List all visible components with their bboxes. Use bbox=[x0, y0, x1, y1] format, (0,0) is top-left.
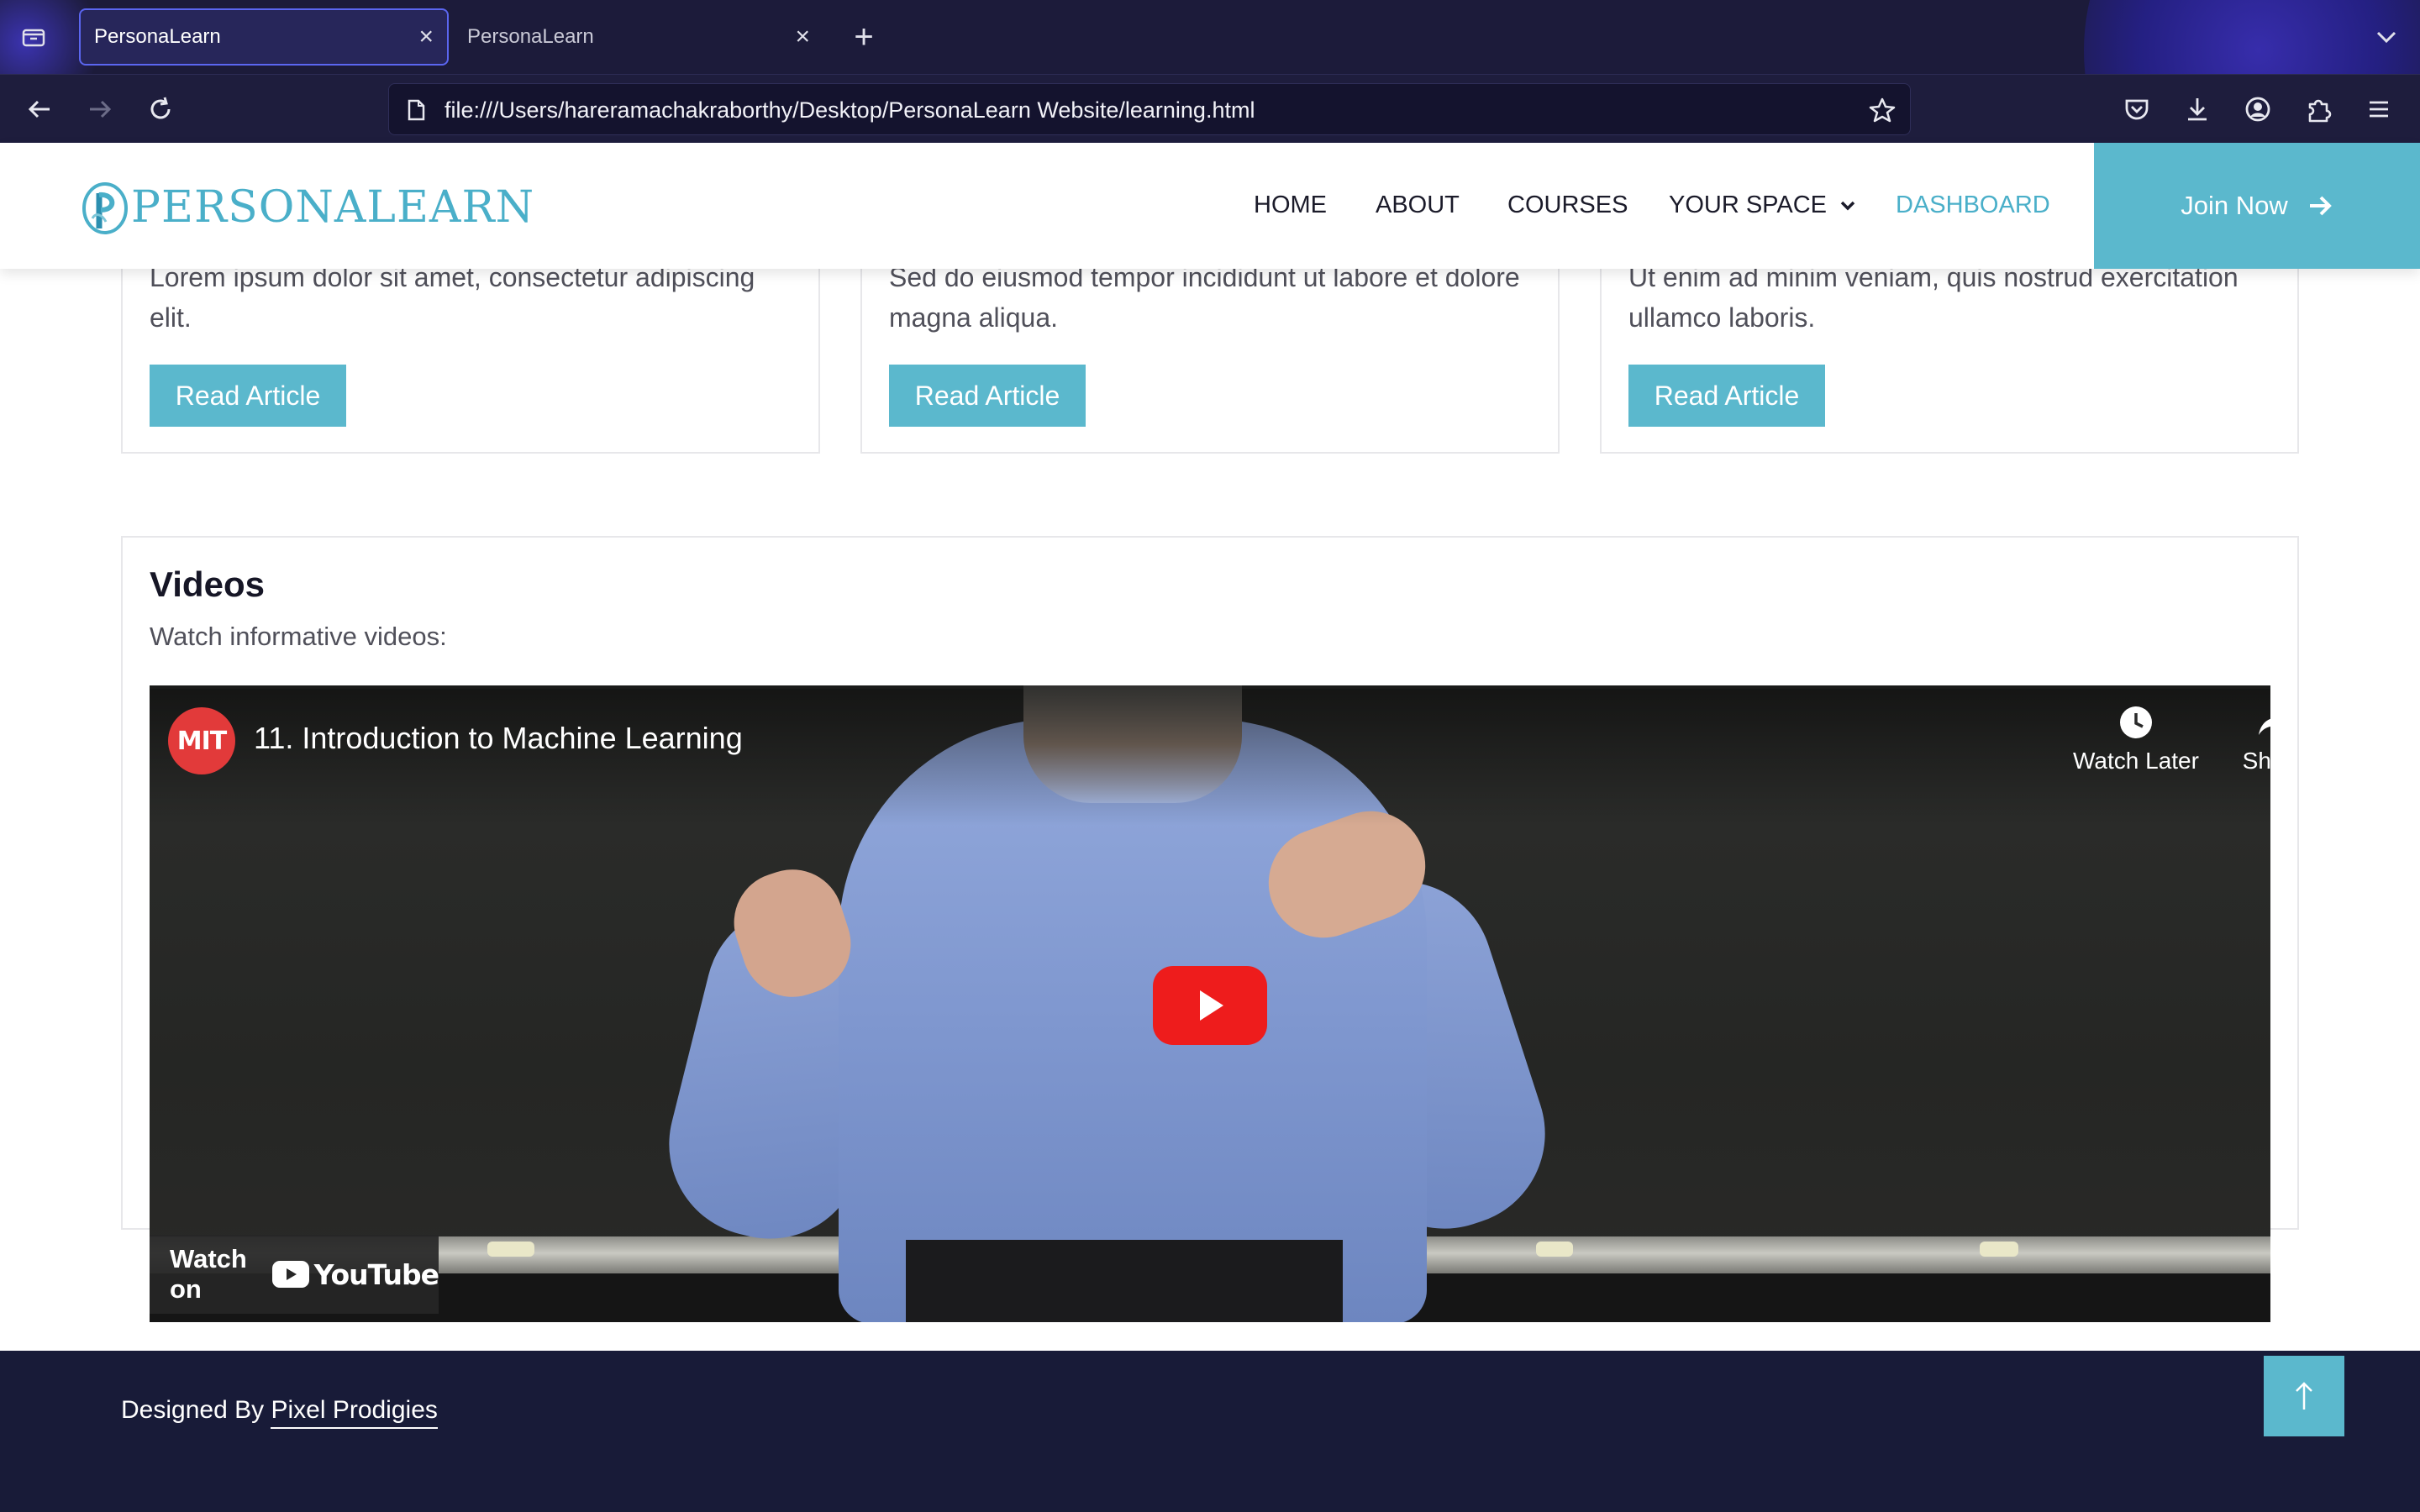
arrow-right-icon bbox=[2309, 196, 2332, 216]
back-arrow-icon[interactable] bbox=[22, 92, 57, 127]
reload-icon[interactable] bbox=[143, 92, 178, 127]
page-document-icon bbox=[404, 98, 428, 122]
nav-your-space[interactable]: YOUR SPACE bbox=[1669, 192, 1857, 219]
downloads-icon[interactable] bbox=[2181, 93, 2213, 125]
youtube-play-icon bbox=[271, 1261, 309, 1288]
watch-on-youtube-button[interactable]: Watch on YouTube bbox=[150, 1235, 439, 1314]
videos-heading: Videos bbox=[150, 564, 265, 604]
tabbar-background-glow bbox=[2084, 0, 2420, 74]
scroll-to-top-button[interactable] bbox=[2264, 1356, 2344, 1436]
tab-label: PersonaLearn bbox=[94, 25, 221, 48]
account-icon[interactable] bbox=[2242, 93, 2274, 125]
list-all-tabs-chevron-icon[interactable] bbox=[2371, 22, 2402, 52]
nav-dashboard[interactable]: DASHBOARD bbox=[1896, 192, 2050, 219]
read-article-button[interactable]: Read Article bbox=[1628, 365, 1825, 427]
clock-icon bbox=[2120, 706, 2152, 738]
play-button[interactable] bbox=[1153, 966, 1267, 1045]
arrow-up-icon bbox=[2296, 1382, 2312, 1410]
site-header: PERSONALEARN HOME ABOUT COURSES YOUR SPA… bbox=[0, 143, 2420, 269]
url-text: file:///Users/hareramachakraborthy/Deskt… bbox=[445, 97, 1255, 123]
article-excerpt: Ut enim ad minim veniam, quis nostrud ex… bbox=[1628, 262, 2238, 333]
video-title[interactable]: 11. Introduction to Machine Learning bbox=[254, 721, 743, 756]
videos-subtitle: Watch informative videos: bbox=[150, 622, 447, 651]
watch-later-label: Watch Later bbox=[2073, 748, 2199, 774]
join-now-label: Join Now bbox=[2181, 191, 2288, 220]
nav-about[interactable]: ABOUT bbox=[1376, 192, 1460, 219]
forward-arrow-icon[interactable] bbox=[82, 92, 118, 127]
join-now-button[interactable]: Join Now bbox=[2094, 143, 2420, 269]
youtube-logo: YouTube bbox=[271, 1257, 439, 1291]
site-footer: Designed By Pixel Prodigies bbox=[0, 1351, 2420, 1512]
share-label: Share bbox=[2242, 748, 2270, 774]
close-tab-icon[interactable]: × bbox=[795, 24, 810, 50]
share-arrow-icon bbox=[2259, 718, 2270, 735]
footer-credit: Designed By Pixel Prodigies bbox=[121, 1396, 438, 1429]
play-icon bbox=[1200, 990, 1223, 1021]
address-bar[interactable]: file:///Users/hareramachakraborthy/Deskt… bbox=[388, 83, 1911, 135]
new-tab-plus-icon[interactable]: + bbox=[845, 18, 882, 55]
tab-personalearn[interactable]: PersonaLearn × bbox=[454, 8, 823, 66]
menu-hamburger-icon[interactable] bbox=[2363, 93, 2395, 125]
browser-toolbar: file:///Users/hareramachakraborthy/Deskt… bbox=[0, 74, 2420, 144]
tab-personalearn-active[interactable]: PersonaLearn × bbox=[79, 8, 449, 66]
channel-avatar[interactable]: MIT bbox=[168, 707, 235, 774]
bookmark-star-icon[interactable] bbox=[1868, 96, 1897, 124]
logo-p-mark-icon bbox=[81, 181, 129, 234]
extensions-puzzle-icon[interactable] bbox=[2302, 93, 2334, 125]
browser-tab-bar: PersonaLearn × PersonaLearn × + bbox=[0, 0, 2420, 74]
read-article-button[interactable]: Read Article bbox=[889, 365, 1086, 427]
logo-text: PERSONALEARN bbox=[131, 182, 535, 233]
author-link[interactable]: Pixel Prodigies bbox=[271, 1396, 438, 1429]
read-article-button[interactable]: Read Article bbox=[150, 365, 346, 427]
article-excerpt: Sed do eiusmod tempor incididunt ut labo… bbox=[889, 262, 1520, 333]
article-excerpt: Lorem ipsum dolor sit amet, consectetur … bbox=[150, 262, 755, 333]
pocket-icon[interactable] bbox=[2121, 93, 2153, 125]
nav-courses[interactable]: COURSES bbox=[1507, 192, 1628, 219]
site-logo[interactable]: PERSONALEARN bbox=[81, 180, 534, 235]
watch-on-label: Watch on bbox=[170, 1244, 247, 1304]
tab-label: PersonaLearn bbox=[467, 25, 594, 48]
youtube-wordmark: YouTube bbox=[313, 1257, 439, 1291]
tab-overview-icon[interactable] bbox=[18, 22, 49, 52]
close-tab-icon[interactable]: × bbox=[418, 24, 434, 50]
share-button[interactable]: Share bbox=[2207, 704, 2270, 774]
watch-later-button[interactable]: Watch Later bbox=[2069, 704, 2203, 774]
designed-by-label: Designed By bbox=[121, 1396, 265, 1424]
youtube-video-embed[interactable]: MIT 11. Introduction to Machine Learning… bbox=[150, 685, 2270, 1322]
nav-home[interactable]: HOME bbox=[1254, 192, 1327, 219]
chevron-down-icon bbox=[1840, 202, 1855, 211]
nav-your-space-label: YOUR SPACE bbox=[1669, 192, 1828, 218]
